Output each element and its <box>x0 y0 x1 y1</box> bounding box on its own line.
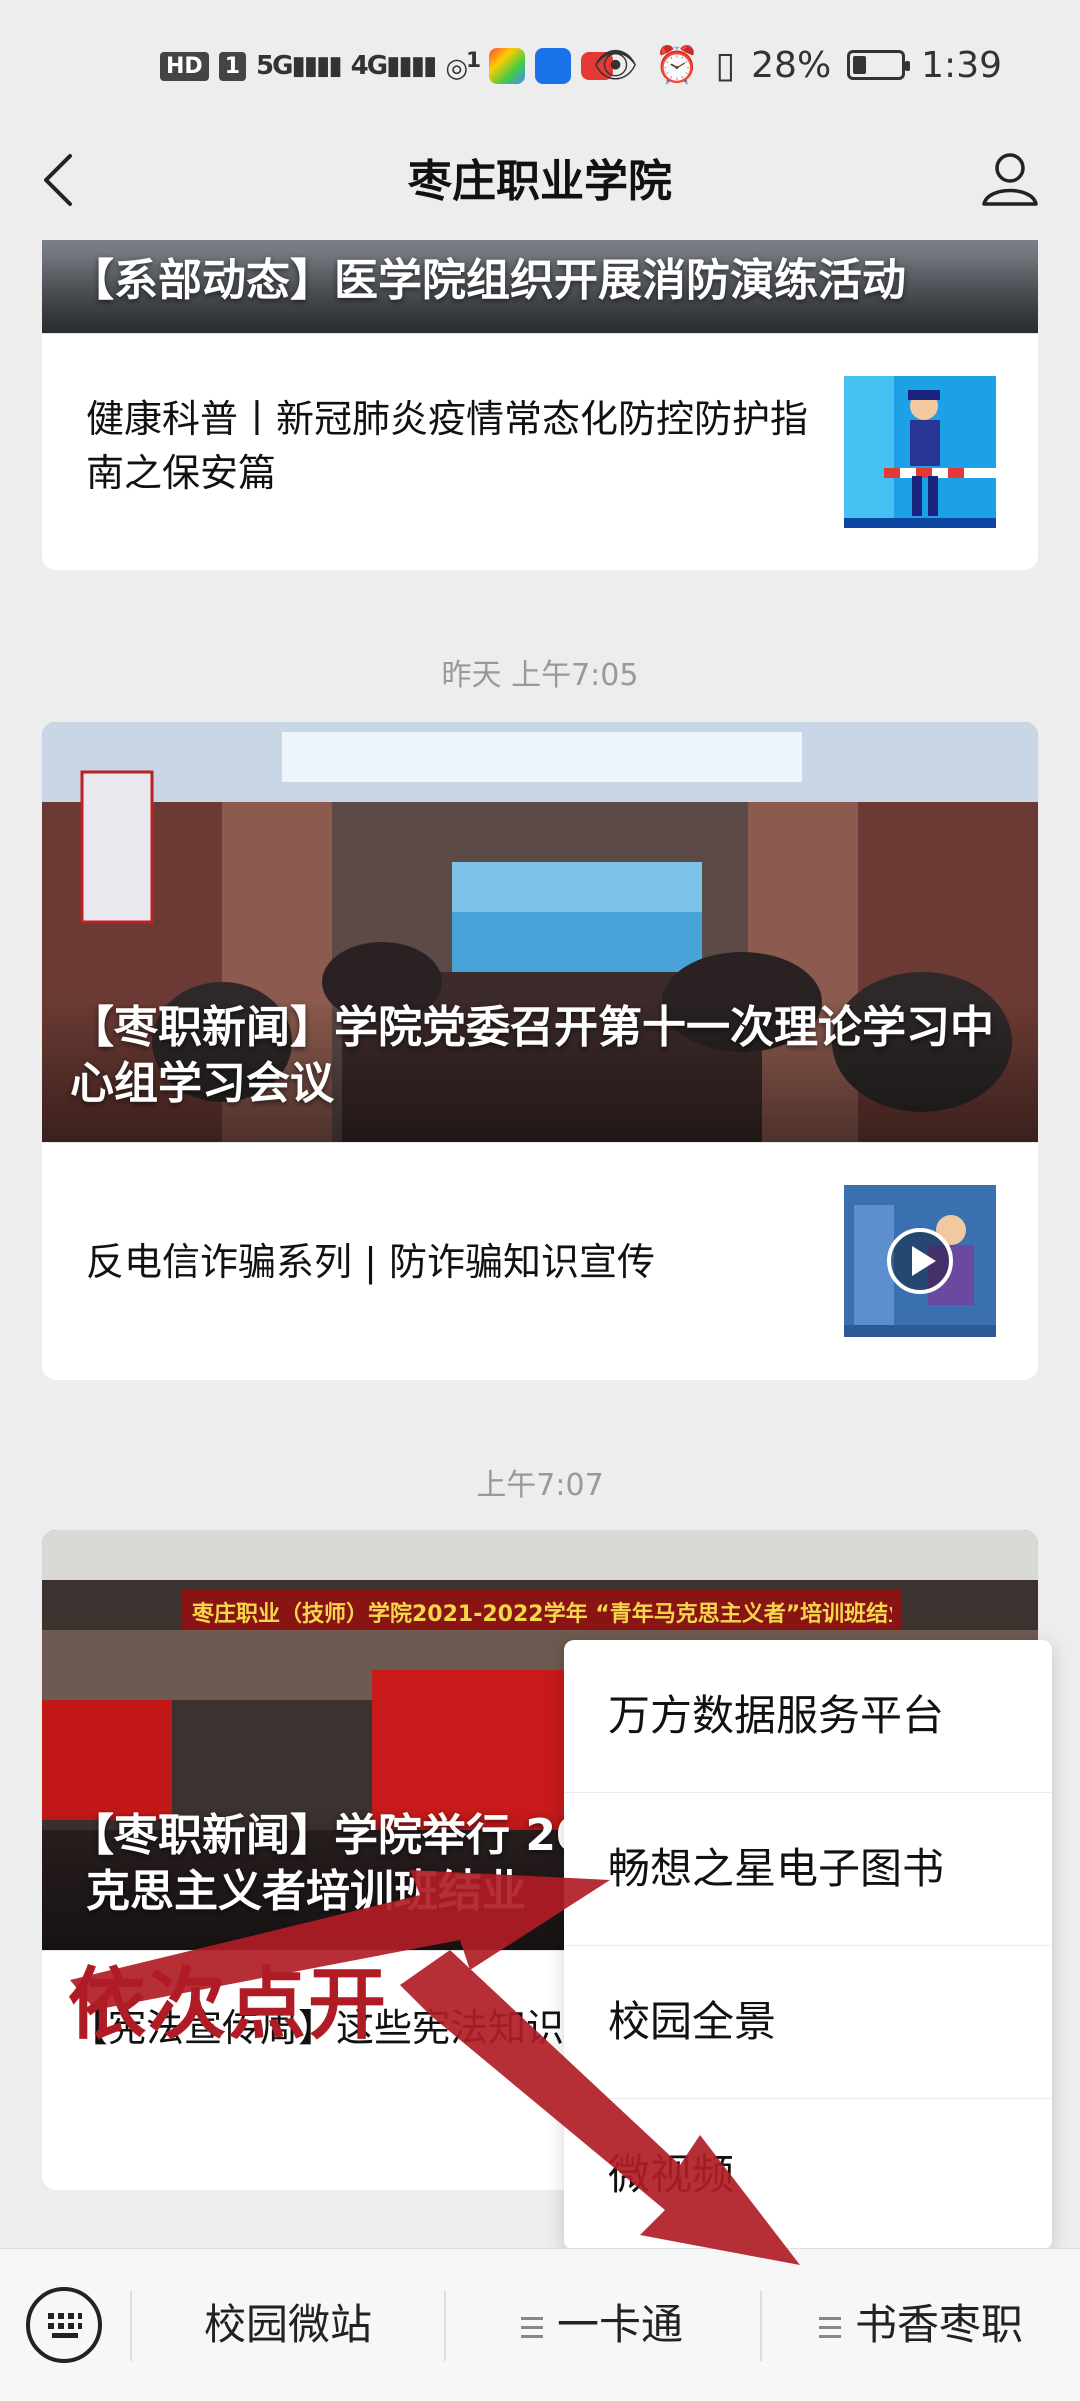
article-card-1: 【系部动态】医学院组织开展消防演练活动 健康科普丨新冠肺炎疫情常态化防控防护指南… <box>42 240 1038 570</box>
list-item-title-2: 反电信诈骗系列 | 防诈骗知识宣传 <box>86 1240 655 1284</box>
status-bar: HD 1 5G▮▮▮▮ 4G▮▮▮▮ ◎1 👁 ⏰ ▯ 28% 1:39 <box>0 0 1080 135</box>
menu-item-wanfang[interactable]: 万方数据服务平台 <box>564 1640 1052 1793</box>
bottom-menu-bar: 校园微站 一卡通 书香枣职 <box>0 2248 1080 2401</box>
hotspot-icon: ◎1 <box>445 48 481 84</box>
eye-icon: 👁 <box>592 45 639 86</box>
clock: 1:39 <box>921 44 1002 86</box>
tab-campus-site-label: 校园微站 <box>203 2300 372 2349</box>
battery-icon <box>847 50 911 80</box>
hd-badge: HD <box>160 51 209 81</box>
hero-banner-text: 枣庄职业（技师）学院2021-2022学年 “青年马克思主义者”培训班结业典礼 <box>192 1602 892 1627</box>
hero-article-2[interactable]: 【枣职新闻】学院党委召开第十一次理论学习中心组学习会议 <box>42 722 1038 1142</box>
signal-4g-icon: 4G▮▮▮▮ <box>350 51 438 81</box>
annotation-text: 依次点开 <box>68 1960 389 2050</box>
alarm-icon: ⏰ <box>654 45 700 86</box>
tab-library-label: 书香枣职 <box>854 2300 1023 2349</box>
menu-item-micro-video[interactable]: 微视频 <box>564 2099 1052 2250</box>
gallery-app-icon <box>489 48 526 84</box>
page-title: 枣庄职业学院 <box>408 156 672 207</box>
thumbnail-video <box>844 1185 996 1337</box>
tab-library[interactable]: 书香枣职 <box>762 2249 1080 2401</box>
profile-icon[interactable] <box>980 148 1040 208</box>
battery-percent: 28% <box>751 44 832 86</box>
tab-campus-card[interactable]: 一卡通 <box>446 2249 758 2401</box>
hero-title-1: 【系部动态】医学院组织开展消防演练活动 <box>42 253 1038 333</box>
tab-campus-site[interactable]: 校园微站 <box>132 2249 444 2401</box>
list-item-title-1: 健康科普丨新冠肺炎疫情常态化防控防护指南之保安篇 <box>86 397 809 495</box>
guard-illustration <box>844 376 996 528</box>
thumbnail-guard <box>844 376 996 528</box>
tab-campus-card-label: 一卡通 <box>556 2300 683 2349</box>
hero-article-1[interactable]: 【系部动态】医学院组织开展消防演练活动 <box>42 240 1038 333</box>
menu-lines-icon <box>818 2316 841 2339</box>
hero-title-2: 【枣职新闻】学院党委召开第十一次理论学习中心组学习会议 <box>42 1000 1038 1142</box>
keyboard-icon[interactable] <box>26 2287 102 2363</box>
sim-badge: 1 <box>218 51 246 81</box>
submenu-popup: 万方数据服务平台 畅想之星电子图书 校园全景 微视频 <box>564 1640 1052 2250</box>
menu-item-ebooks[interactable]: 畅想之星电子图书 <box>564 1793 1052 1946</box>
article-card-2: 【枣职新闻】学院党委召开第十一次理论学习中心组学习会议 反电信诈骗系列 | 防诈… <box>42 722 1038 1380</box>
menu-lines-icon <box>520 2316 543 2339</box>
menu-item-campus-panorama[interactable]: 校园全景 <box>564 1946 1052 2099</box>
signal-5g-icon: 5G▮▮▮▮ <box>256 51 343 81</box>
status-right: 👁 ⏰ ▯ 28% 1:39 <box>592 44 1002 87</box>
play-icon[interactable] <box>885 1226 955 1296</box>
timestamp-2: 上午7:07 <box>476 1468 604 1503</box>
list-item-2[interactable]: 反电信诈骗系列 | 防诈骗知识宣传 <box>42 1142 1038 1380</box>
vibrate-icon: ▯ <box>715 44 736 86</box>
status-left: HD 1 5G▮▮▮▮ 4G▮▮▮▮ ◎1 <box>160 48 614 84</box>
bulb-app-icon <box>535 48 572 84</box>
timestamp-1: 昨天 上午7:05 <box>441 658 639 693</box>
list-item-1[interactable]: 健康科普丨新冠肺炎疫情常态化防控防护指南之保安篇 <box>42 333 1038 570</box>
